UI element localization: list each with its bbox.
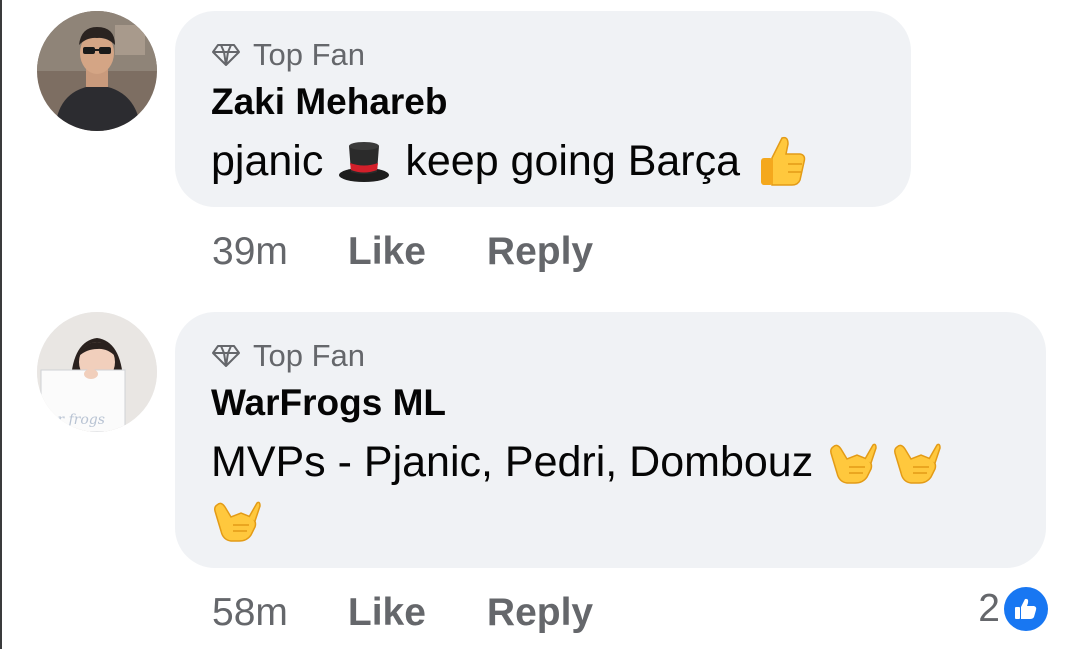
reaction-count: 2 [978, 587, 1000, 630]
reply-button[interactable]: Reply [487, 591, 593, 635]
comment-text: MVPs - Pjanic, Pedri, Dombouz [211, 436, 941, 488]
diamond-icon [212, 44, 240, 66]
like-thumb-icon [1004, 587, 1048, 631]
comment-timestamp[interactable]: 58m [212, 591, 288, 635]
comment-text-part: pjanic [211, 136, 324, 185]
like-button[interactable]: Like [348, 230, 426, 274]
author-name[interactable]: WarFrogs ML [211, 382, 446, 424]
avatar[interactable] [37, 11, 157, 131]
thumbs-up-emoji [758, 134, 808, 188]
call-me-hand-emoji [211, 495, 261, 545]
comment-item: ar frogs Top Fan WarFrogs ML MVPs - Pjan… [0, 300, 1080, 649]
call-me-hand-emoji [827, 437, 877, 487]
comment-timestamp[interactable]: 39m [212, 230, 288, 274]
reaction-summary[interactable]: 2 [978, 587, 1048, 631]
comment-actions: 39m Like Reply [212, 230, 593, 274]
badge-label: Top Fan [253, 37, 366, 72]
comment-text-line: MVPs - Pjanic, Pedri, Dombouz [211, 437, 814, 486]
avatar[interactable]: ar frogs [37, 312, 157, 432]
like-button[interactable]: Like [348, 591, 426, 635]
comment-text-continuation [211, 494, 261, 546]
top-fan-badge: Top Fan [211, 336, 365, 376]
diamond-icon [212, 345, 240, 367]
top-hat-emoji [337, 138, 391, 184]
comment-text-part: keep going Barça [405, 136, 741, 185]
author-name[interactable]: Zaki Mehareb [211, 81, 447, 123]
svg-text:ar frogs: ar frogs [49, 412, 105, 428]
reply-button[interactable]: Reply [487, 230, 593, 274]
comment-actions: 58m Like Reply [212, 591, 593, 635]
badge-label: Top Fan [253, 338, 366, 373]
comment-text: pjanic keep going Barça [211, 135, 808, 187]
top-fan-badge: Top Fan [211, 35, 365, 75]
comment-item: Top Fan Zaki Mehareb pjanic keep going B… [0, 0, 1080, 300]
comment-bubble: Top Fan WarFrogs ML MVPs - Pjanic, Pedri… [175, 312, 1046, 568]
comment-bubble: Top Fan Zaki Mehareb pjanic keep going B… [175, 11, 911, 207]
call-me-hand-emoji [891, 437, 941, 487]
